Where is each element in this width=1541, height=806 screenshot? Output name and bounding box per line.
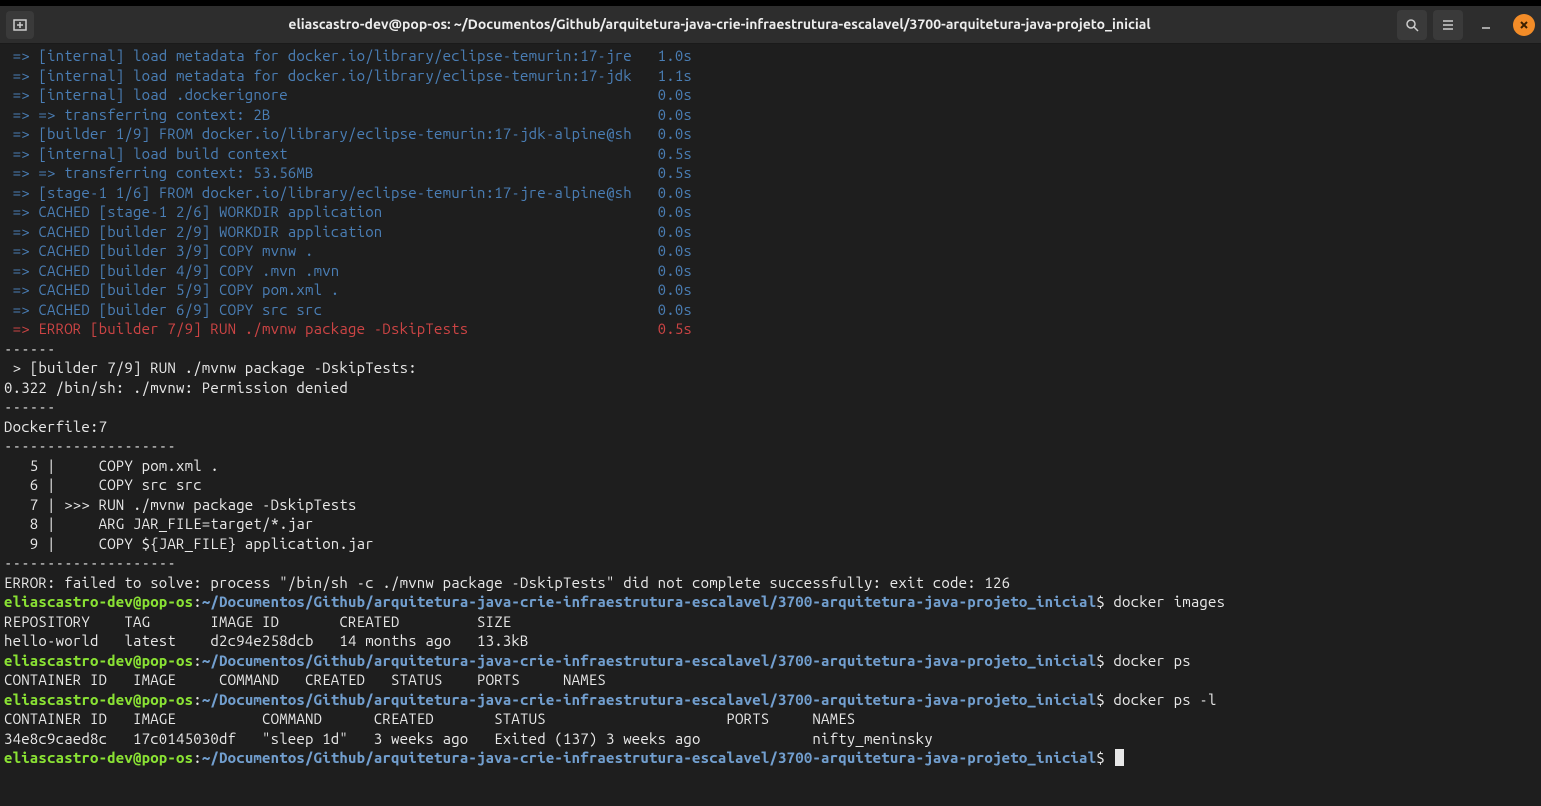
build-step: => CACHED [builder 5/9] COPY pom.xml .	[13, 281, 641, 298]
build-step: => [internal] load .dockerignore	[13, 86, 641, 103]
build-time: 0.0s	[658, 262, 692, 279]
search-icon	[1404, 17, 1420, 33]
build-time: 0.5s	[658, 145, 692, 162]
prompt-dollar: $	[1096, 749, 1105, 766]
build-step: => => transferring context: 53.56MB	[13, 164, 641, 181]
dockerfile-line: 5 | COPY pom.xml .	[4, 457, 219, 474]
prompt-user: eliascastro-dev@pop-os	[4, 691, 193, 708]
build-step: => CACHED [builder 2/9] WORKDIR applicat…	[13, 223, 641, 240]
psl-header: CONTAINER ID IMAGE COMMAND CREATED STATU…	[4, 710, 855, 727]
close-icon	[1519, 20, 1529, 30]
search-button[interactable]	[1397, 10, 1427, 40]
images-row: hello-world latest d2c94e258dcb 14 month…	[4, 632, 529, 649]
build-time: 0.0s	[658, 223, 692, 240]
menu-button[interactable]	[1433, 10, 1463, 40]
build-time: 0.0s	[658, 281, 692, 298]
separator: ------	[4, 398, 56, 415]
build-step: => CACHED [stage-1 2/6] WORKDIR applicat…	[13, 203, 641, 220]
error-final: ERROR: failed to solve: process "/bin/sh…	[4, 574, 1010, 591]
build-time: 0.0s	[658, 125, 692, 142]
command-text: docker ps	[1105, 652, 1191, 669]
prompt-path: ~/Documentos/Github/arquitetura-java-cri…	[202, 691, 1096, 708]
build-step: => CACHED [builder 3/9] COPY mvnw .	[13, 242, 641, 259]
new-tab-button[interactable]	[6, 11, 34, 39]
prompt-user: eliascastro-dev@pop-os	[4, 652, 193, 669]
build-step: => [internal] load metadata for docker.i…	[13, 67, 641, 84]
build-time: 0.0s	[658, 203, 692, 220]
command-text: docker ps -l	[1105, 691, 1217, 708]
build-time: 0.5s	[658, 320, 692, 337]
dockerfile-line: 9 | COPY ${JAR_FILE} application.jar	[4, 535, 374, 552]
images-header: REPOSITORY TAG IMAGE ID CREATED SIZE	[4, 613, 511, 630]
hamburger-icon	[1440, 17, 1456, 33]
build-time: 0.0s	[658, 86, 692, 103]
terminal-output[interactable]: => [internal] load metadata for docker.i…	[0, 44, 1541, 770]
command-text	[1105, 749, 1114, 766]
build-time: 1.1s	[658, 67, 692, 84]
dockerfile-line: 7 | >>> RUN ./mvnw package -DskipTests	[4, 496, 357, 513]
build-step: => [internal] load build context	[13, 145, 641, 162]
build-step: => [internal] load metadata for docker.i…	[13, 47, 641, 64]
cursor	[1115, 749, 1124, 766]
new-tab-icon	[12, 17, 28, 33]
close-button[interactable]	[1513, 14, 1535, 36]
build-time: 0.0s	[658, 301, 692, 318]
build-step: => ERROR [builder 7/9] RUN ./mvnw packag…	[13, 320, 641, 337]
prompt-dollar: $	[1096, 652, 1105, 669]
build-time: 1.0s	[658, 47, 692, 64]
dashes: --------------------	[4, 554, 176, 571]
error-header: > [builder 7/9] RUN ./mvnw package -Dski…	[4, 359, 417, 376]
prompt-path: ~/Documentos/Github/arquitetura-java-cri…	[202, 593, 1096, 610]
prompt-dollar: $	[1096, 691, 1105, 708]
error-permission: 0.322 /bin/sh: ./mvnw: Permission denied	[4, 379, 348, 396]
prompt-user: eliascastro-dev@pop-os	[4, 749, 193, 766]
minimize-button[interactable]	[1473, 12, 1499, 38]
build-step: => CACHED [builder 6/9] COPY src src	[13, 301, 641, 318]
dockerfile-line: 6 | COPY src src	[4, 476, 202, 493]
separator: ------	[4, 340, 56, 357]
build-time: 0.0s	[658, 106, 692, 123]
build-step: => [stage-1 1/6] FROM docker.io/library/…	[13, 184, 641, 201]
build-time: 0.0s	[658, 184, 692, 201]
minimize-icon	[1479, 18, 1493, 32]
prompt-user: eliascastro-dev@pop-os	[4, 593, 193, 610]
dockerfile-line: 8 | ARG JAR_FILE=target/*.jar	[4, 515, 314, 532]
window-title: eliascastro-dev@pop-os: ~/Documentos/Git…	[42, 15, 1397, 33]
build-time: 0.5s	[658, 164, 692, 181]
dashes: --------------------	[4, 437, 176, 454]
build-step: => => transferring context: 2B	[13, 106, 641, 123]
psl-row: 34e8c9caed8c 17c0145030df "sleep 1d" 3 w…	[4, 730, 933, 747]
dockerfile-ref: Dockerfile:7	[4, 418, 107, 435]
build-step: => [builder 1/9] FROM docker.io/library/…	[13, 125, 641, 142]
prompt-path: ~/Documentos/Github/arquitetura-java-cri…	[202, 652, 1096, 669]
prompt-dollar: $	[1096, 593, 1105, 610]
ps-header: CONTAINER ID IMAGE COMMAND CREATED STATU…	[4, 671, 606, 688]
prompt-path: ~/Documentos/Github/arquitetura-java-cri…	[202, 749, 1096, 766]
title-bar-right	[1397, 10, 1535, 40]
window-title-bar: eliascastro-dev@pop-os: ~/Documentos/Git…	[0, 6, 1541, 44]
command-text: docker images	[1105, 593, 1225, 610]
build-step: => CACHED [builder 4/9] COPY .mvn .mvn	[13, 262, 641, 279]
build-time: 0.0s	[658, 242, 692, 259]
